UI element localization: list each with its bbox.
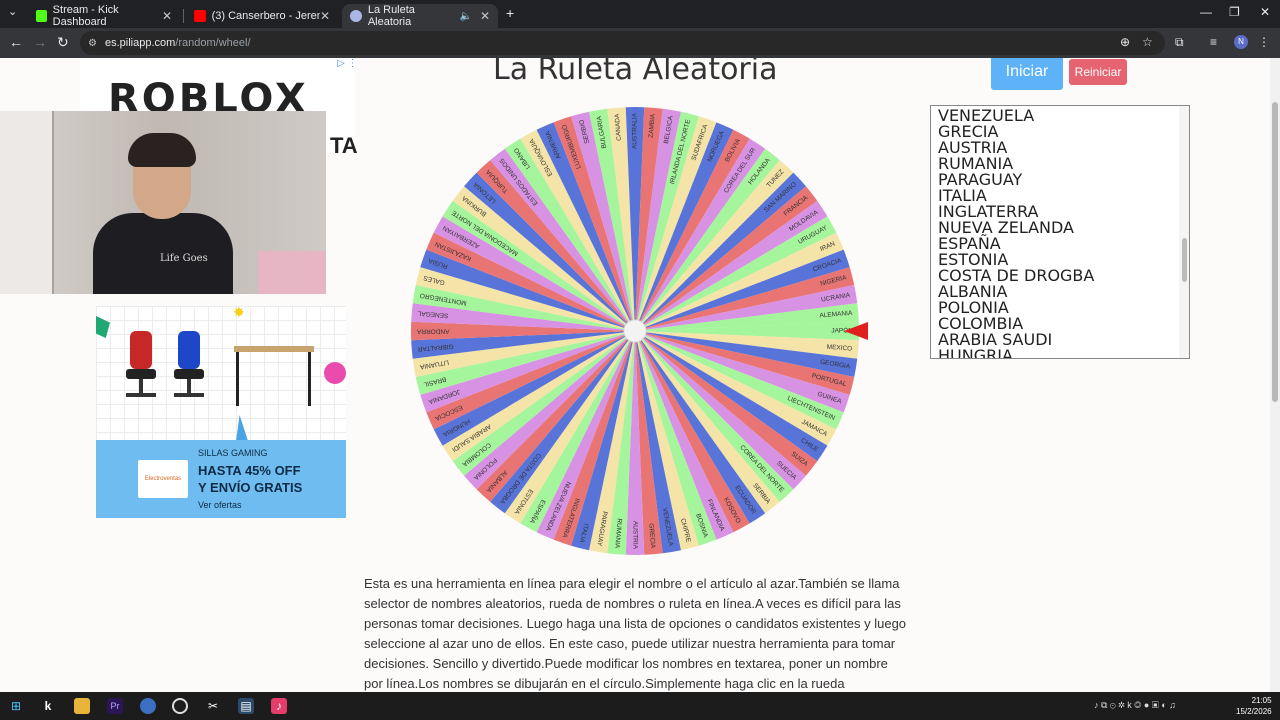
desk-top [234,346,314,352]
description-text: Esta es una herramienta en línea para el… [364,576,907,691]
offer-headline-2: Y ENVÍO GRATIS [198,480,303,495]
clock-date: 15/2/2026 [1236,707,1272,716]
textarea-scroll-thumb[interactable] [1182,238,1187,282]
wheel-segment-label: ANDORRA [416,327,449,334]
avatar[interactable]: N [1234,35,1248,49]
tab-kick-dashboard[interactable]: Stream - Kick Dashboard ✕ [28,4,180,28]
piliapp-icon [350,10,362,22]
close-icon[interactable]: ✕ [162,9,172,23]
textarea-scrollbar[interactable] [1179,106,1189,358]
page-scroll-thumb[interactable] [1272,102,1278,402]
extensions-icon[interactable]: ⧉ [1175,35,1184,50]
tab-label: La Ruleta Aleatoria [367,4,415,28]
streamer [88,131,238,294]
tab-search-icon[interactable]: ⌄ [8,5,17,18]
start-button[interactable]: Iniciar [991,58,1063,90]
chair-back [178,331,200,369]
kick-icon [36,10,47,22]
offer-ad[interactable]: Electroventas SILLAS GAMING HASTA 45% OF… [96,440,346,518]
tiktok-icon[interactable]: ♪ [271,698,287,714]
offer-category: SILLAS GAMING [198,448,268,458]
wheel-hub[interactable] [623,319,647,343]
green-shape [96,316,110,338]
textarea-line: HUNGRIA [938,346,1013,359]
restore-icon[interactable]: ❐ [1229,5,1240,19]
close-window-icon[interactable]: ✕ [1260,5,1270,19]
webcam-overlay: Life Goes [0,111,326,294]
webcam-pink-object [258,251,326,294]
chrome-icon[interactable] [140,698,156,714]
chair-back [130,331,152,369]
taskbar: ⊞ k Pr ✂ ▤ ♪ ♪ ⧉ ⊙ ✲ k ◎ ● ▣ ◐ ♫ 21:05 1… [0,692,1280,720]
chair-seat [174,369,204,379]
forward-icon[interactable]: → [33,34,47,50]
youtube-icon [194,10,206,22]
offer-headline: HASTA 45% OFF Y ENVÍO GRATIS [198,462,302,496]
desk-leg [308,352,311,406]
tab-divider [183,9,184,23]
windows-start-icon[interactable]: ⊞ [8,698,24,714]
page-content: La Ruleta Aleatoria Iniciar Reiniciar VE… [0,58,1270,692]
offer-headline-1: HASTA 45% OFF [198,463,301,478]
wheel-segment-label: AUSTRIA [631,521,638,550]
streamer-hair [128,133,196,167]
close-icon[interactable]: ✕ [480,9,490,23]
tab-label: (3) Canserbero - Jeremías 17:5 ( [211,10,320,22]
pink-circle [324,362,346,384]
adchoices-icon[interactable]: ▷ ⋮ [337,58,357,69]
new-tab-button[interactable]: + [506,5,514,21]
obs-icon[interactable] [172,698,188,714]
address-bar-row: ← → ↻ ⚙ es.piliapp.com /random/wheel/ ⊕ … [0,28,1280,58]
speaker-icon[interactable]: 🔈 [459,11,471,22]
close-icon[interactable]: ✕ [320,9,330,23]
clock-time: 21:05 [1251,696,1272,705]
webcam-door [0,111,54,294]
browser-tab-bar: ⌄ Stream - Kick Dashboard ✕ (3) Canserbe… [0,0,1280,28]
wheel[interactable]: JAPÓN MEXICO GEORGIA PORTUGAL GUINEA LIECHTEN… [408,104,862,558]
url-host: es.piliapp.com [104,37,176,49]
star-icon: ✸ [233,304,245,320]
red-chair [124,331,158,401]
tray-icons[interactable]: ♪ ⧉ ⊙ ✲ k ◎ ● ▣ ◐ ♫ [1094,700,1176,711]
tool-icon[interactable]: ✂ [205,698,221,714]
back-icon[interactable]: ← [9,34,23,50]
wheel-segment-label: AUSTRALIA [632,112,639,149]
site-info-icon[interactable]: ⚙ [88,38,97,49]
page-scrollbar[interactable] [1270,58,1280,692]
blue-shape [236,415,248,441]
url-path: /random/wheel/ [175,37,251,49]
names-textarea[interactable]: VENEZUELA GRECIA AUSTRIA RUMANIA PARAGUAY ITA… [930,105,1190,359]
chair-seat [126,369,156,379]
electroventas-logo: Electroventas [138,460,188,498]
desk-leg [236,352,239,406]
roblox-ad-text: TA [330,133,358,158]
shirt-text: Life Goes [160,253,208,264]
tab-ruleta[interactable]: La Ruleta Aleatoria 🔈 ✕ [342,4,498,28]
menu-icon[interactable]: ⋮ [1258,35,1270,49]
tab-youtube[interactable]: (3) Canserbero - Jeremías 17:5 ( ✕ [186,4,338,28]
chair-base [126,393,156,397]
reset-button[interactable]: Reiniciar [1069,59,1127,85]
page-title: La Ruleta Aleatoria [493,58,778,87]
wheel-svg[interactable]: JAPÓNMEXICOGEORGIAPORTUGALGUINEALIECHTEN… [408,104,862,558]
offer-link[interactable]: Ver ofertas [198,500,242,510]
kick-app-icon[interactable]: k [40,698,56,714]
gaming-chairs-ad[interactable]: ✸ [96,304,346,441]
url-bar[interactable]: ⚙ es.piliapp.com /random/wheel/ [80,31,1165,55]
chair-base [174,393,204,397]
premiere-icon[interactable]: Pr [107,698,123,714]
reload-icon[interactable]: ↻ [57,34,69,51]
wheel-pointer [844,322,868,340]
tab-label: Stream - Kick Dashboard [52,4,119,28]
chair-leg [139,379,143,393]
chair-leg [187,379,191,393]
blue-chair [172,331,206,401]
app-icon[interactable]: ▤ [238,698,254,714]
media-controls-icon[interactable]: ≡ [1210,35,1217,49]
minimize-icon[interactable]: — [1200,5,1212,19]
bookmark-star-icon[interactable]: ☆ [1142,35,1153,49]
file-explorer-icon[interactable] [74,698,90,714]
system-clock[interactable]: 21:05 15/2/2026 [1236,695,1272,717]
zoom-icon[interactable]: ⊕ [1120,35,1130,49]
